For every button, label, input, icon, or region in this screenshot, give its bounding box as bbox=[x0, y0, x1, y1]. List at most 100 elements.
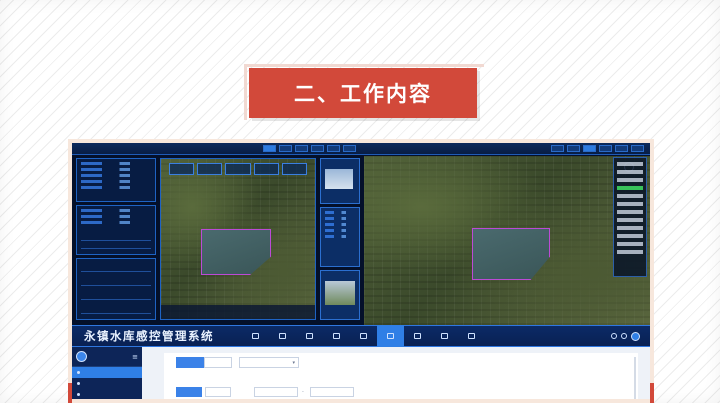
bullet-icon bbox=[77, 382, 80, 385]
layer-item[interactable] bbox=[617, 178, 643, 182]
filter-select[interactable]: ▾ bbox=[239, 357, 299, 368]
nav-item-file[interactable] bbox=[458, 325, 485, 347]
sidebar: ≡ bbox=[72, 347, 142, 399]
tab[interactable] bbox=[204, 357, 232, 368]
nav-item-map[interactable] bbox=[350, 325, 377, 347]
layer-item[interactable] bbox=[617, 242, 643, 246]
sidebar-item[interactable] bbox=[72, 378, 142, 389]
monitoring-dashboard bbox=[72, 143, 650, 325]
data-row bbox=[81, 174, 151, 177]
reservoir-outline bbox=[472, 228, 550, 280]
mini-tab[interactable] bbox=[567, 145, 580, 152]
layer-item[interactable] bbox=[617, 210, 643, 214]
reservoir-outline bbox=[201, 229, 271, 275]
user-icon bbox=[414, 332, 421, 339]
primary-button[interactable] bbox=[176, 387, 202, 397]
layer-item[interactable] bbox=[617, 162, 643, 166]
mini-tab[interactable] bbox=[583, 145, 596, 152]
gear-icon bbox=[441, 332, 448, 339]
date-end-input[interactable] bbox=[310, 387, 354, 397]
gear-icon[interactable] bbox=[621, 333, 627, 339]
mini-tab[interactable] bbox=[631, 145, 644, 152]
chart-gridline bbox=[81, 299, 151, 300]
data-row bbox=[325, 223, 355, 226]
mini-tab[interactable] bbox=[551, 145, 564, 152]
map-stat-card bbox=[197, 163, 223, 175]
tab[interactable] bbox=[176, 357, 204, 368]
mini-tab[interactable] bbox=[295, 145, 308, 152]
screenshot-card: 永镇水库感控管理系统 ≡ ▾ - bbox=[68, 139, 654, 403]
nav-item-water[interactable] bbox=[323, 325, 350, 347]
chart-gridline bbox=[81, 271, 151, 272]
mini-tab[interactable] bbox=[263, 145, 276, 152]
layer-item[interactable] bbox=[617, 218, 643, 222]
chart-gridline bbox=[81, 240, 151, 241]
menu-toggle-icon[interactable]: ≡ bbox=[132, 353, 138, 361]
layer-item[interactable] bbox=[617, 250, 643, 254]
chart-panel-bottom bbox=[76, 258, 156, 320]
dashboard-mini-tabs-left bbox=[263, 145, 356, 152]
chart-gridline bbox=[81, 285, 151, 286]
dashboard-header-right bbox=[362, 143, 650, 155]
data-row bbox=[81, 221, 151, 224]
nav-item-chart[interactable] bbox=[296, 325, 323, 347]
nav-item-settings[interactable] bbox=[431, 325, 458, 347]
satellite-map-left[interactable] bbox=[160, 158, 316, 320]
avatar[interactable] bbox=[631, 331, 640, 341]
layer-item[interactable] bbox=[617, 226, 643, 230]
map-stat-card bbox=[225, 163, 251, 175]
data-row bbox=[325, 217, 355, 220]
dashboard-header-left bbox=[72, 143, 362, 155]
data-row bbox=[81, 180, 151, 183]
mini-tab[interactable] bbox=[615, 145, 628, 152]
video-thumbnail bbox=[325, 281, 355, 305]
home-icon bbox=[252, 332, 259, 339]
content-panel: ▾ - bbox=[164, 353, 638, 399]
date-start-input[interactable] bbox=[254, 387, 298, 397]
water-icon bbox=[333, 332, 340, 339]
map-icon bbox=[360, 332, 367, 339]
nav-item-user[interactable] bbox=[404, 325, 431, 347]
video-tile[interactable] bbox=[320, 158, 360, 204]
data-row bbox=[81, 209, 151, 212]
data-row bbox=[81, 168, 151, 171]
chart-gridline bbox=[81, 248, 151, 249]
mini-tab[interactable] bbox=[343, 145, 356, 152]
monitor-icon bbox=[279, 332, 286, 339]
map-scale-bar bbox=[161, 305, 315, 319]
system-nav bbox=[242, 325, 485, 347]
nav-item-analysis[interactable] bbox=[377, 325, 404, 347]
layer-item[interactable] bbox=[617, 170, 643, 174]
nav-item-home[interactable] bbox=[242, 325, 269, 347]
avatar[interactable] bbox=[76, 351, 87, 362]
card-accent-left bbox=[68, 383, 72, 403]
mini-tab[interactable] bbox=[279, 145, 292, 152]
data-row bbox=[81, 162, 151, 165]
sidebar-item[interactable] bbox=[72, 389, 142, 399]
layer-item[interactable] bbox=[617, 194, 643, 198]
map-stat-card bbox=[253, 163, 279, 175]
layer-item-active[interactable] bbox=[617, 186, 643, 190]
bullet-icon bbox=[77, 371, 80, 374]
mini-tab[interactable] bbox=[311, 145, 324, 152]
bell-icon[interactable] bbox=[611, 333, 617, 339]
layer-item[interactable] bbox=[617, 234, 643, 238]
video-tile[interactable] bbox=[320, 270, 360, 320]
secondary-button[interactable] bbox=[205, 387, 231, 397]
tab-row bbox=[176, 357, 232, 368]
mini-tab[interactable] bbox=[327, 145, 340, 152]
nav-item-monitor[interactable] bbox=[269, 325, 296, 347]
card-accent-right bbox=[650, 383, 654, 403]
date-separator: - bbox=[302, 389, 304, 395]
chart-icon bbox=[306, 332, 313, 339]
mini-tab[interactable] bbox=[599, 145, 612, 152]
layer-item[interactable] bbox=[617, 202, 643, 206]
chart-gridline bbox=[81, 313, 151, 314]
chevron-down-icon: ▾ bbox=[292, 359, 295, 366]
system-title: 永镇水库感控管理系统 bbox=[84, 329, 214, 343]
satellite-map-right[interactable] bbox=[364, 156, 650, 325]
sidebar-item[interactable] bbox=[72, 367, 142, 378]
video-thumbnail bbox=[325, 169, 353, 189]
data-row bbox=[81, 215, 151, 218]
scrollbar[interactable] bbox=[634, 357, 636, 399]
